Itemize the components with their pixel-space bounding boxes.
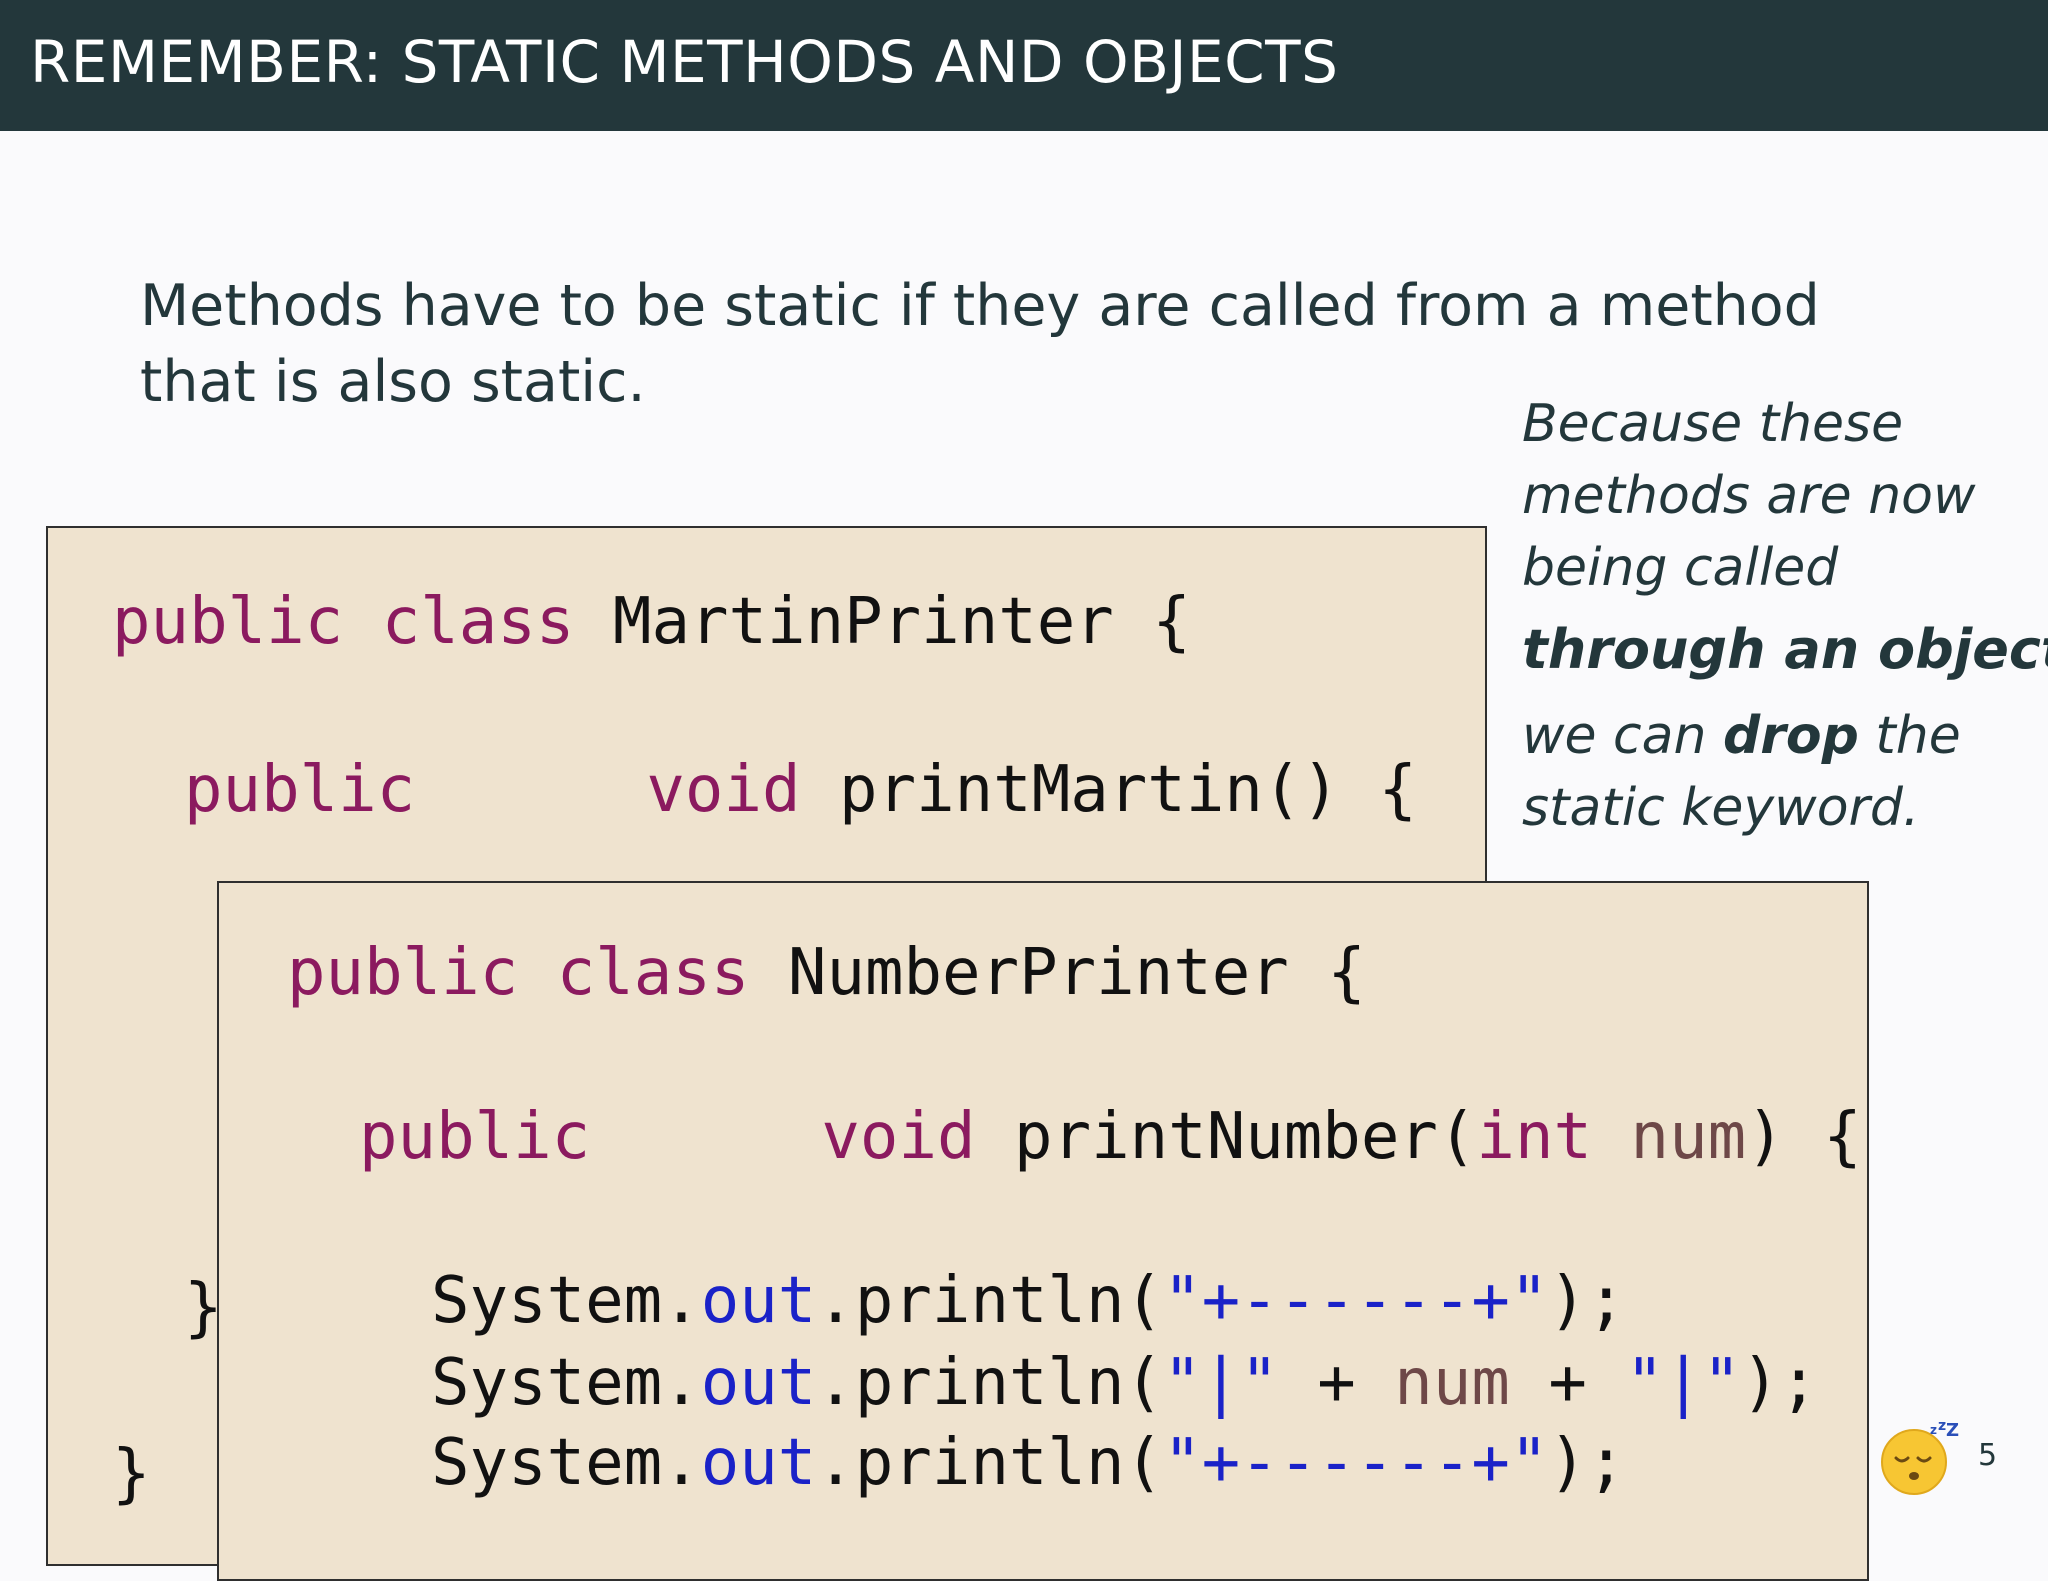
code-keyword: class xyxy=(381,585,575,659)
side-note-drop: drop xyxy=(1723,706,1859,766)
number-method-line: public void printNumber(int num) { xyxy=(359,1097,1862,1177)
code-keyword: void xyxy=(646,753,801,827)
code-keyword: void xyxy=(821,1100,976,1174)
martin-class-line: public class MartinPrinter { xyxy=(112,582,1191,662)
side-note-line-1: Because these xyxy=(1522,394,1904,454)
code-system: System. xyxy=(431,1426,701,1500)
code-plus: + xyxy=(1278,1346,1395,1420)
code-keyword: public xyxy=(184,753,416,827)
method-signature: printNumber( xyxy=(1014,1100,1477,1174)
class-name: NumberPrinter xyxy=(787,936,1289,1010)
code-string: "+------+" xyxy=(1163,1426,1549,1500)
code-println: .println( xyxy=(816,1346,1164,1420)
code-system: System. xyxy=(431,1346,701,1420)
code-end: ); xyxy=(1548,1264,1626,1338)
println-line-3: System.out.println("+------+"); xyxy=(431,1423,1625,1503)
code-var-num: num xyxy=(1394,1346,1510,1420)
side-note: Because these methods are now being call… xyxy=(1522,388,2048,844)
code-println: .println( xyxy=(816,1426,1164,1500)
title-bar: REMEMBER: STATIC METHODS AND OBJECTS xyxy=(0,0,2048,131)
side-note-line-6: static keyword. xyxy=(1522,778,1920,838)
side-note-line-2: methods are now xyxy=(1522,466,1976,526)
code-field-out: out xyxy=(700,1264,817,1338)
svg-text:z: z xyxy=(1938,1418,1946,1434)
side-note-line-5-post: the xyxy=(1858,706,1961,766)
code-brace: { xyxy=(1152,585,1191,659)
code-string: "+------+" xyxy=(1163,1264,1549,1338)
code-keyword: int xyxy=(1476,1100,1592,1174)
sleeping-face-icon: z z Z xyxy=(1881,1418,1959,1495)
class-name: MartinPrinter xyxy=(612,585,1114,659)
page-number: 5 xyxy=(1978,1438,1998,1473)
code-keyword: class xyxy=(556,936,750,1010)
code-string: "|" xyxy=(1163,1346,1279,1420)
side-note-line-3: being called xyxy=(1522,538,1839,598)
code-keyword: public xyxy=(112,585,344,659)
intro-line-1: Methods have to be static if they are ca… xyxy=(140,273,1820,339)
svg-text:Z: Z xyxy=(1946,1420,1959,1441)
martin-class-close: } xyxy=(112,1437,151,1511)
martin-method-line: public void printMartin() { xyxy=(184,750,1417,830)
code-println: .println( xyxy=(816,1264,1164,1338)
println-line-1: System.out.println("+------+"); xyxy=(431,1261,1625,1341)
side-note-line-5: we can drop the xyxy=(1522,700,2022,772)
println-line-2: System.out.println("|" + num + "|"); xyxy=(431,1343,1818,1423)
code-end: ); xyxy=(1548,1426,1626,1500)
code-system: System. xyxy=(431,1264,701,1338)
slide-title: REMEMBER: STATIC METHODS AND OBJECTS xyxy=(30,28,1339,96)
side-note-emphasis: through an object xyxy=(1522,618,2048,681)
method-signature: printMartin() { xyxy=(839,753,1417,827)
code-plus: + xyxy=(1509,1346,1626,1420)
code-param: num xyxy=(1630,1100,1747,1174)
code-field-out: out xyxy=(700,1346,817,1420)
svg-text:z: z xyxy=(1930,1423,1937,1437)
number-printer-code-box: public class NumberPrinter { public void… xyxy=(217,881,1869,1581)
side-note-line-5-pre: we can xyxy=(1522,706,1723,766)
code-end: ); xyxy=(1741,1346,1819,1420)
code-brace: { xyxy=(1327,936,1366,1010)
method-signature-end: ) { xyxy=(1746,1100,1862,1174)
code-field-out: out xyxy=(700,1426,817,1500)
code-string: "|" xyxy=(1625,1346,1742,1420)
code-keyword: public xyxy=(287,936,519,1010)
number-class-line: public class NumberPrinter { xyxy=(287,933,1366,1013)
code-keyword: public xyxy=(359,1100,591,1174)
